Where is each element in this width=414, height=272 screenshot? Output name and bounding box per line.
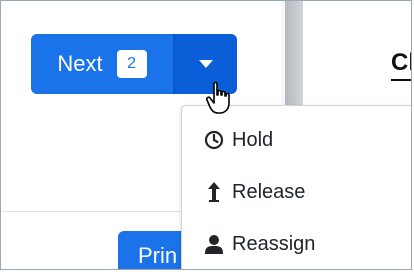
dropdown-menu: Hold Release Reassign [181,105,411,269]
app-frame: Next 2 Prin Cl Hold [0,0,412,270]
next-button[interactable]: Next 2 [31,34,173,94]
next-count-badge: 2 [116,50,147,78]
menu-item-release[interactable]: Release [182,166,411,218]
menu-item-hold[interactable]: Hold [182,114,411,166]
panel-heading: Cl [391,49,411,76]
print-button-label: Prin [138,243,178,268]
menu-item-reassign[interactable]: Reassign [182,218,411,269]
heading-underline [391,79,411,81]
next-button-label: Next [57,51,103,76]
hand-cursor-icon [206,81,230,114]
menu-item-label: Reassign [232,232,316,255]
clock-icon [204,129,224,151]
menu-item-label: Release [232,180,306,203]
caret-down-icon [199,60,213,68]
upload-arrow-icon [204,181,224,203]
user-icon [204,233,224,255]
menu-item-label: Hold [232,128,274,151]
